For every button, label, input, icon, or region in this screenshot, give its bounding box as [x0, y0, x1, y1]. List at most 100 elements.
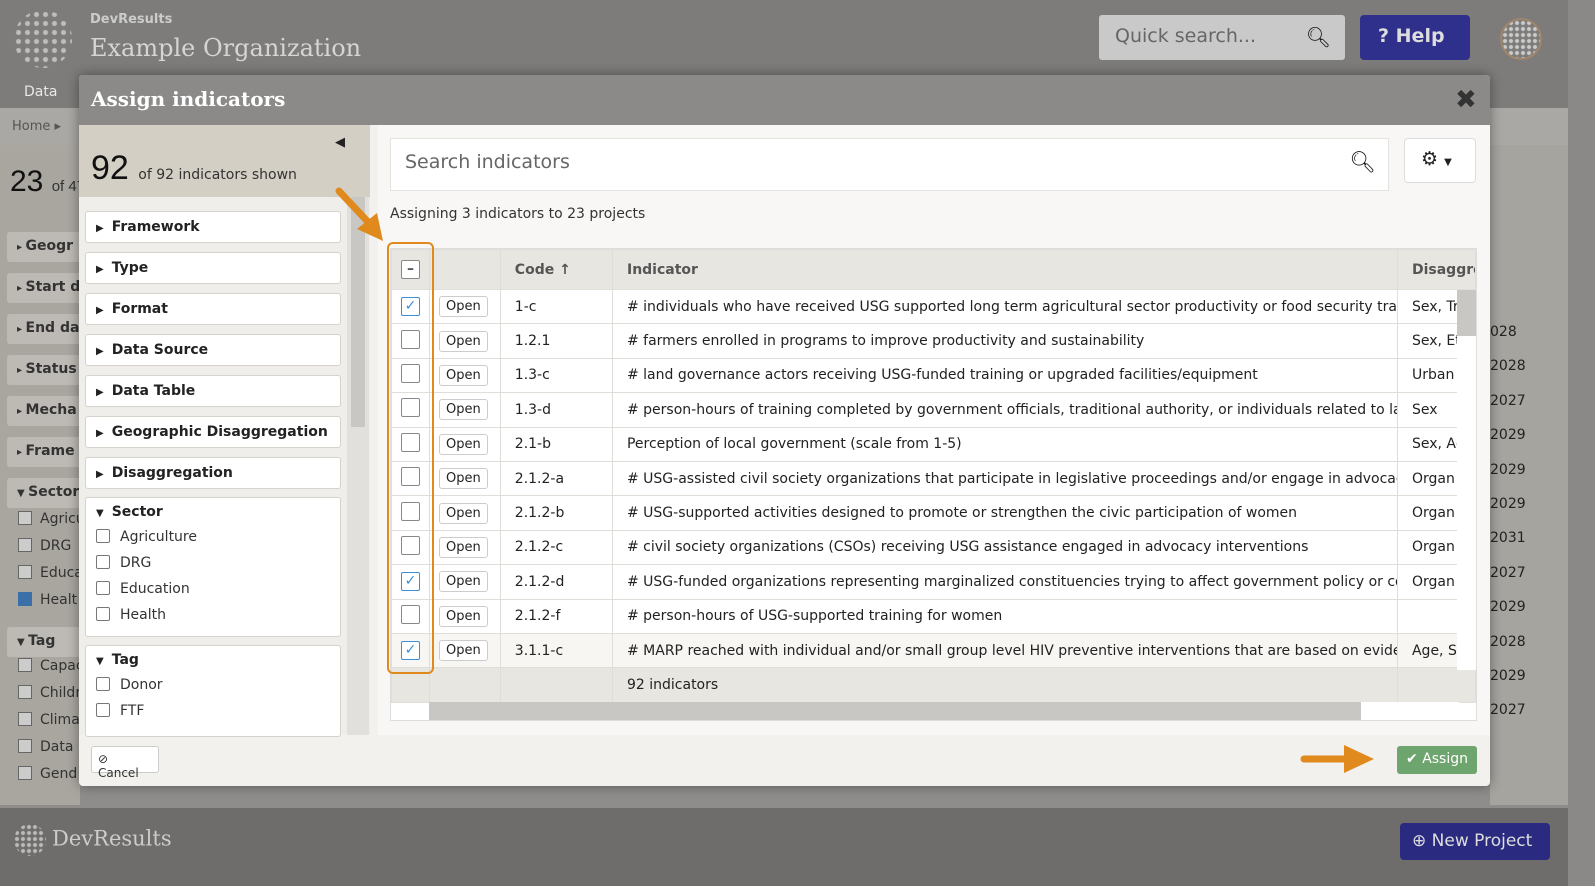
filter-framework[interactable]: ▶ Framework — [85, 211, 341, 243]
open-button[interactable]: Open — [439, 536, 488, 558]
filter-data-source[interactable]: ▶ Data Source — [85, 334, 341, 366]
checkbox[interactable] — [18, 766, 32, 780]
open-button[interactable]: Open — [439, 468, 488, 490]
assign-button[interactable]: ✔ Assign — [1397, 746, 1477, 774]
open-button[interactable]: Open — [439, 571, 488, 593]
filter-tag-toggle[interactable]: ▼ Tag — [96, 652, 330, 668]
filter-geographic-disaggregation[interactable]: ▶ Geographic Disaggregation — [85, 416, 341, 448]
bg-filter[interactable]: ▸ End da — [7, 314, 82, 344]
checkbox[interactable] — [96, 581, 110, 595]
open-button[interactable]: Open — [439, 399, 488, 421]
table-row[interactable]: Open 1.3-d # person-hours of training comp… — [391, 392, 1476, 428]
table-row[interactable]: Open 2.1.2-c # civil society organizations… — [391, 529, 1476, 566]
open-button[interactable]: Open — [439, 640, 488, 662]
breadcrumb-home[interactable]: Home — [12, 119, 50, 134]
filter-option[interactable]: Health — [96, 602, 330, 628]
bg-tag-item[interactable]: Gend — [18, 766, 77, 782]
bg-sector-item[interactable]: Educa — [18, 565, 83, 581]
scrollbar-thumb[interactable] — [1457, 290, 1476, 336]
cancel-button[interactable]: ⊘ Cancel — [91, 746, 159, 780]
filter-disaggregation[interactable]: ▶ Disaggregation — [85, 457, 341, 489]
indicator-name: # person-hours of training completed by … — [611, 392, 1398, 428]
filter-data-table[interactable]: ▶ Data Table — [85, 375, 341, 407]
devresults-logo[interactable] — [14, 10, 72, 68]
checkbox[interactable] — [18, 739, 32, 753]
bg-filter[interactable]: ▸ Mecha — [7, 396, 82, 426]
table-row[interactable]: Open 2.1-b Perception of local government … — [391, 426, 1476, 462]
checkbox[interactable] — [18, 538, 32, 552]
open-button[interactable]: Open — [439, 364, 488, 386]
table-horizontal-scrollbar[interactable] — [429, 702, 1459, 720]
bg-filter[interactable]: ▸ Frame — [7, 437, 82, 467]
open-button[interactable]: Open — [439, 330, 488, 352]
disaggregation-column-header[interactable]: Disaggre — [1396, 249, 1476, 290]
open-button[interactable]: Open — [439, 296, 488, 318]
bg-filter[interactable]: ▸ Status — [7, 355, 82, 385]
indicator-total-count: 92 indicators — [611, 667, 1398, 703]
checkbox[interactable] — [96, 529, 110, 543]
project-count-number: 23 — [10, 165, 44, 198]
quick-search-input[interactable]: Quick search... 🔍︎ — [1099, 15, 1345, 60]
filter-option[interactable]: FTF — [96, 698, 330, 724]
filter-format[interactable]: ▶ Format — [85, 293, 341, 325]
bg-filter[interactable]: ▸ Geogr — [7, 232, 82, 262]
indicator-column-header[interactable]: Indicator — [611, 249, 1398, 290]
open-button[interactable]: Open — [439, 502, 488, 524]
filter-scrollbar[interactable] — [347, 197, 369, 735]
bg-tag-item[interactable]: Childr — [18, 685, 81, 701]
table-row[interactable]: Open 1.3-c # land governance actors receiv… — [391, 357, 1476, 394]
table-row[interactable]: Open 2.1.2-a # USG-assisted civil society … — [391, 460, 1476, 497]
table-row[interactable]: ✓ Open 2.1.2-d # USG-funded organizations r… — [391, 564, 1476, 600]
bg-sector-item[interactable]: Healt — [18, 592, 77, 608]
help-button[interactable]: ? Help — [1360, 15, 1470, 60]
bg-sector-item[interactable]: DRG — [18, 538, 71, 554]
avatar[interactable] — [1500, 18, 1542, 60]
checkbox[interactable] — [18, 592, 32, 606]
checkbox[interactable] — [18, 511, 32, 525]
code-column-header[interactable]: Code ↑ — [499, 249, 613, 290]
bg-filter[interactable]: ▸ Start d — [7, 273, 82, 303]
checkbox[interactable] — [18, 565, 32, 579]
filter-option[interactable]: Education — [96, 576, 330, 602]
checkbox[interactable] — [18, 658, 32, 672]
checkbox[interactable] — [96, 607, 110, 621]
filter-option[interactable]: DRG — [96, 550, 330, 576]
scrollbar-thumb[interactable] — [429, 702, 1361, 720]
settings-dropdown[interactable]: ⚙ ▼ — [1404, 138, 1476, 183]
open-cell: Open — [429, 460, 501, 497]
filter-label: Disaggregation — [111, 465, 233, 481]
table-vertical-scrollbar[interactable] — [1457, 290, 1476, 670]
close-icon[interactable]: ✖ — [1455, 85, 1477, 115]
new-project-button[interactable]: ⊕ New Project — [1400, 823, 1550, 860]
search-indicators-input[interactable]: Search indicators 🔍︎ — [390, 138, 1389, 191]
checkbox[interactable] — [18, 685, 32, 699]
page-scrollbar[interactable] — [1568, 0, 1595, 886]
checkbox[interactable] — [18, 712, 32, 726]
indicator-code: 2.1.2-c — [499, 529, 613, 566]
filter-sector-toggle[interactable]: ▼ Sector — [96, 504, 330, 520]
checkbox[interactable] — [96, 555, 110, 569]
open-button[interactable]: Open — [439, 605, 488, 627]
filter-option[interactable]: Agriculture — [96, 524, 330, 550]
table-row[interactable]: Open 2.1.2-b # USG-supported activities de… — [391, 495, 1476, 531]
collapse-panel-icon[interactable]: ◀ — [335, 135, 345, 150]
table-row[interactable]: Open 2.1.2-f # person-hours of USG-support… — [391, 598, 1476, 634]
bg-sector-item[interactable]: Agricu — [18, 511, 85, 527]
bg-tag-item[interactable]: Data — [18, 739, 73, 755]
bg-filter-tag[interactable]: ▼ Tag — [7, 627, 82, 657]
filter-type[interactable]: ▶ Type — [85, 252, 341, 284]
table-row[interactable]: ✓ Open 1-c # individuals who have received … — [391, 288, 1476, 325]
filter-option[interactable]: Donor — [96, 672, 330, 698]
table-row[interactable]: ✓ Open 3.1.1-c # MARP reached with individu… — [391, 632, 1476, 669]
bg-sector-label: Educa — [40, 565, 83, 581]
search-icon[interactable]: 🔍︎ — [1349, 150, 1376, 175]
checkbox[interactable] — [96, 677, 110, 691]
table-row[interactable]: Open 1.2.1 # farmers enrolled in programs … — [391, 323, 1476, 359]
bg-tag-item[interactable]: Clima — [18, 712, 80, 728]
open-button[interactable]: Open — [439, 433, 488, 455]
bg-tag-item[interactable]: Capac — [18, 658, 84, 674]
checkbox[interactable] — [96, 703, 110, 717]
filter-tag-label: Tag — [111, 652, 139, 668]
bg-filter[interactable]: ▼ Sector — [7, 478, 82, 508]
nav-data[interactable]: Data — [24, 84, 57, 100]
